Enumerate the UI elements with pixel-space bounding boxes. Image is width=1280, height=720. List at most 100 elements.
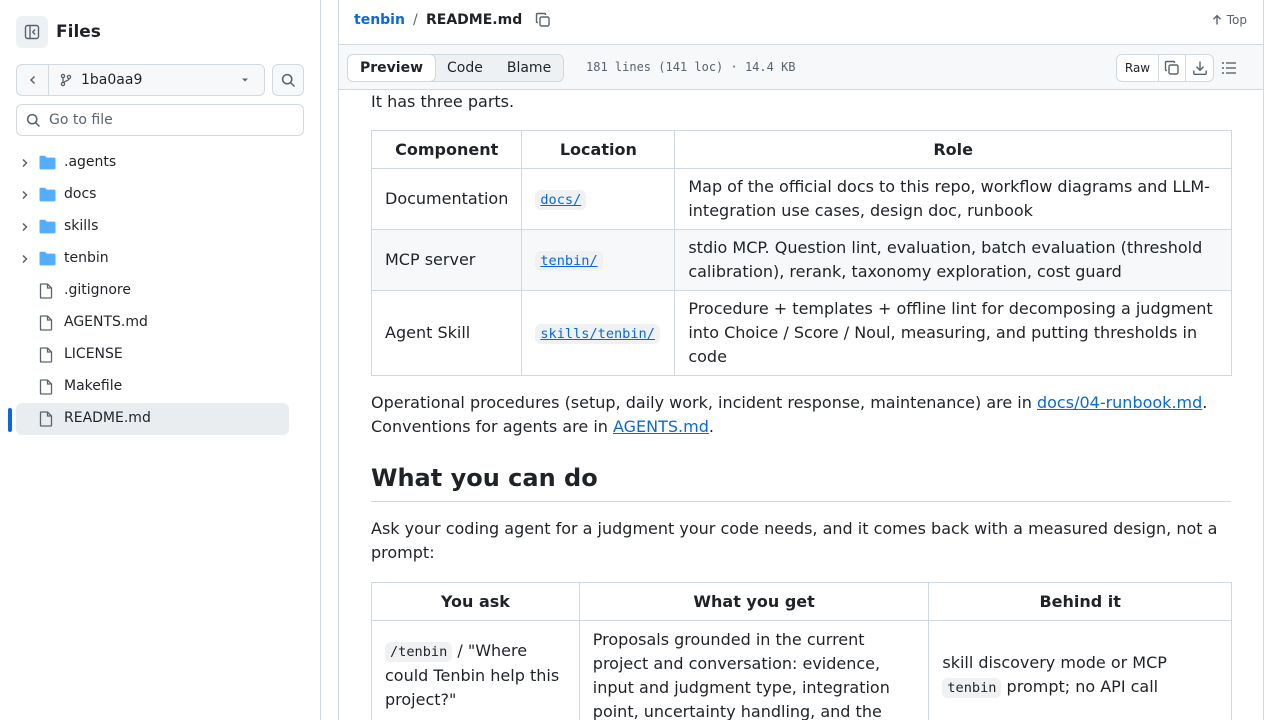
file-tree-sidebar: Files 1ba0aa9 .agents (0, 0, 321, 720)
tree-item-label: skills (64, 218, 99, 234)
table-cell: Agent Skill (370, 290, 523, 376)
tree-item-label: .gitignore (64, 282, 131, 298)
tree-item-label: Makefile (64, 378, 123, 394)
table-cell: Proposals grounded in the current projec… (578, 620, 930, 720)
table-cell: Documentation (370, 168, 523, 230)
command-code: /tenbin (385, 642, 453, 662)
table-cell: Procedure + templates + offline lint for… (674, 290, 1232, 376)
file-tree: .agents docs skills tenbin .gitignore AG… (16, 147, 289, 435)
collapse-sidebar-button[interactable] (16, 16, 48, 48)
go-to-file-input[interactable] (49, 112, 289, 128)
section-heading: What you can do (371, 463, 1231, 502)
tree-item-makefile[interactable]: Makefile (16, 371, 289, 403)
file-info: 181 lines (141 loc) · 14.4 KB (586, 60, 796, 74)
back-button[interactable] (17, 65, 49, 95)
ask-paragraph: Ask your coding agent for a judgment you… (371, 519, 1218, 562)
prompt-code: tenbin (942, 678, 1002, 698)
ops-text: Operational procedures (setup, daily wor… (371, 393, 1037, 412)
table-cell: tenbin/ (521, 229, 676, 291)
folder-icon (39, 251, 56, 266)
file-toolbar: Preview Code Blame 181 lines (141 loc) ·… (339, 44, 1263, 90)
search-icon (281, 73, 295, 87)
folder-icon (39, 187, 56, 202)
tab-preview[interactable]: Preview (347, 54, 437, 82)
tree-item-agents[interactable]: .agents (16, 147, 289, 179)
tree-item-tenbin[interactable]: tenbin (16, 243, 289, 275)
tree-item-label: .agents (64, 154, 117, 170)
tree-item-label: LICENSE (64, 346, 123, 362)
copy-icon (1164, 60, 1179, 75)
file-icon (39, 347, 53, 363)
table-cell: skills/tenbin/ (521, 290, 676, 376)
breadcrumb-repo-link[interactable]: tenbin (354, 12, 405, 28)
copy-path-icon[interactable] (535, 12, 551, 28)
location-link[interactable]: docs/ (535, 189, 587, 210)
caret-down-icon (242, 78, 248, 82)
intro-paragraph: It has three parts. (371, 92, 515, 111)
top-label: Top (1226, 13, 1247, 27)
file-header: tenbin / README.md Top (339, 0, 1263, 44)
components-table: Component Location Role Documentation do… (370, 130, 1232, 376)
ops-text: . (708, 417, 714, 436)
file-icon (39, 315, 53, 331)
go-to-file-field[interactable] (16, 104, 304, 136)
raw-button[interactable]: Raw (1117, 55, 1159, 81)
ops-paragraph: Operational procedures (setup, daily wor… (371, 391, 1231, 439)
file-view: tenbin / README.md Top Preview Code Blam… (338, 0, 1264, 720)
tree-item-gitignore[interactable]: .gitignore (16, 275, 289, 307)
file-icon (39, 379, 53, 395)
tree-item-docs[interactable]: docs (16, 179, 289, 211)
branch-name: 1ba0aa9 (81, 72, 143, 88)
chevron-left-icon (29, 75, 35, 85)
table-header: Role (674, 130, 1232, 169)
tab-blame[interactable]: Blame (495, 55, 563, 81)
sidebar-header: Files (16, 16, 101, 48)
active-item-indicator (8, 408, 12, 432)
table-cell: /tenbin / "Where could Tenbin help this … (371, 620, 580, 720)
copy-raw-button[interactable] (1159, 55, 1186, 81)
chevron-right-icon (22, 190, 28, 200)
sidebar-collapse-icon (24, 24, 40, 40)
back-to-top-link[interactable]: Top (1211, 13, 1247, 27)
table-row: MCP server tenbin/ stdio MCP. Question l… (370, 229, 1232, 291)
table-header: Location (521, 130, 676, 169)
branch-dropdown[interactable]: 1ba0aa9 (49, 65, 264, 95)
tree-item-skills[interactable]: skills (16, 211, 289, 243)
tree-item-agents-md[interactable]: AGENTS.md (16, 307, 289, 339)
location-link[interactable]: skills/tenbin/ (535, 323, 660, 344)
table-row: /tenbin / "Where could Tenbin help this … (371, 620, 1232, 720)
download-button[interactable] (1186, 55, 1213, 81)
tree-item-readme[interactable]: README.md (16, 403, 289, 435)
breadcrumb-file: README.md (426, 12, 523, 28)
table-cell: stdio MCP. Question lint, evaluation, ba… (674, 229, 1232, 291)
folder-icon (39, 219, 56, 234)
table-row: Documentation docs/ Map of the official … (370, 168, 1232, 230)
behind-text: skill discovery mode or MCP (942, 653, 1167, 672)
chevron-right-icon (22, 158, 28, 168)
sidebar-title: Files (56, 22, 101, 42)
outline-list-icon[interactable] (1221, 60, 1237, 76)
table-cell: docs/ (521, 168, 676, 230)
table-cell: skill discovery mode or MCP tenbin promp… (928, 620, 1232, 720)
tree-item-license[interactable]: LICENSE (16, 339, 289, 371)
file-icon (39, 411, 53, 427)
tab-code[interactable]: Code (435, 55, 495, 81)
branch-row: 1ba0aa9 (16, 64, 304, 96)
table-header: You ask (371, 582, 580, 621)
search-icon (26, 113, 41, 127)
table-cell: MCP server (370, 229, 523, 291)
tree-item-label: AGENTS.md (64, 314, 148, 330)
agents-md-link[interactable]: AGENTS.md (613, 417, 709, 436)
tree-item-label: README.md (64, 410, 151, 426)
capabilities-table: You ask What you get Behind it /tenbin /… (371, 582, 1232, 720)
chevron-right-icon (22, 222, 28, 232)
behind-text: prompt; no API call (1001, 677, 1159, 696)
download-icon (1192, 61, 1207, 75)
search-button[interactable] (272, 64, 304, 96)
runbook-link[interactable]: docs/04-runbook.md (1037, 393, 1202, 412)
file-icon (39, 283, 53, 299)
table-row: Agent Skill skills/tenbin/ Procedure + t… (370, 290, 1232, 376)
location-link[interactable]: tenbin/ (535, 250, 603, 271)
branch-selector: 1ba0aa9 (16, 64, 265, 96)
table-header: Component (370, 130, 523, 169)
